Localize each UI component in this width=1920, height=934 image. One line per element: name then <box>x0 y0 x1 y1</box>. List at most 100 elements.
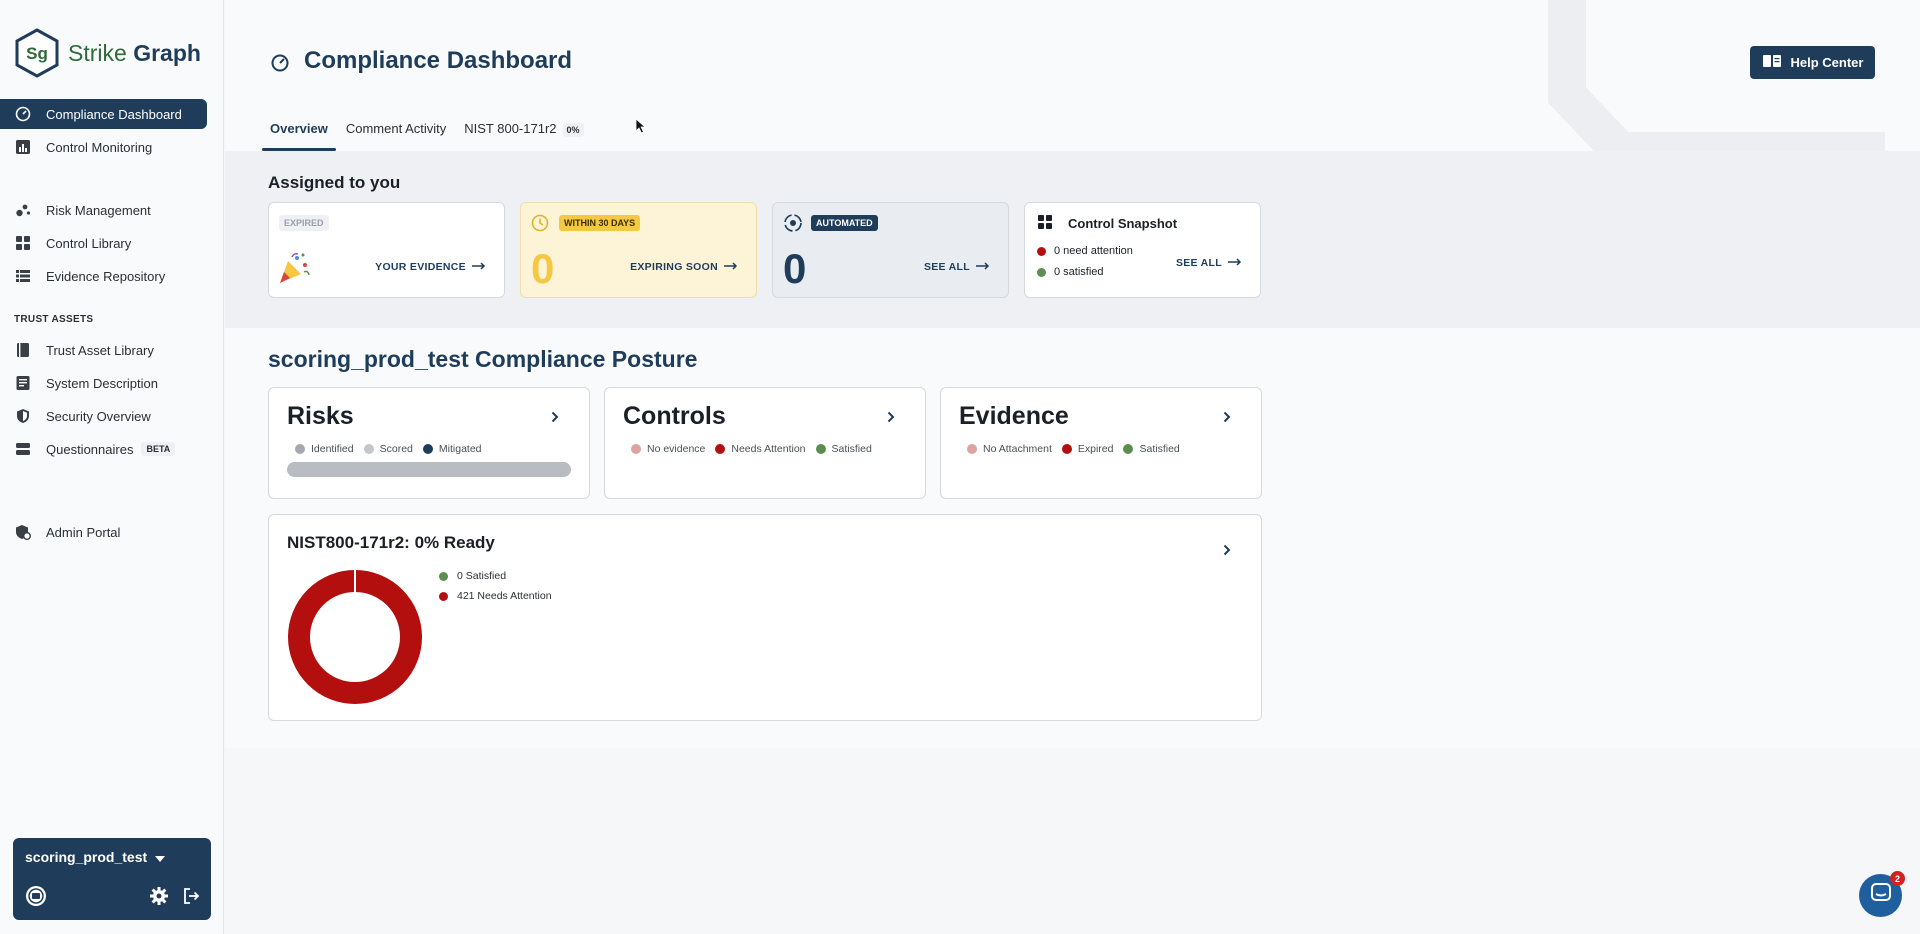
sidebar-item-label: System Description <box>46 375 158 391</box>
gauge-icon <box>270 51 290 72</box>
org-avatar-icon[interactable] <box>25 885 47 912</box>
legend-dot <box>363 444 374 454</box>
automated-chip: AUTOMATED <box>811 215 878 231</box>
chevron-right-icon[interactable] <box>887 410 895 428</box>
gear-icon[interactable] <box>149 886 169 911</box>
party-popper-icon <box>277 251 311 290</box>
bar-chart-icon <box>14 138 32 156</box>
nist-title: NIST800-171r2: 0% Ready <box>287 533 495 552</box>
snapshot-title: Control Snapshot <box>1068 216 1178 231</box>
green-dot <box>1037 267 1046 277</box>
legend-item: Expired <box>1061 443 1113 455</box>
control-snapshot-card[interactable]: Control Snapshot 0 need attention 0 sati… <box>1024 202 1261 298</box>
brand-name: Strike Graph <box>68 39 201 66</box>
stack-icon <box>14 440 32 458</box>
legend-dot <box>815 444 826 454</box>
expiring-soon-link[interactable]: EXPIRING SOON <box>630 261 738 273</box>
evidence-title: Evidence <box>959 402 1069 430</box>
sidebar-item-questionnaires[interactable]: Questionnaires BETA <box>0 434 224 464</box>
legend-item: 0 Satisfied <box>439 570 552 582</box>
sidebar-item-label: Trust Asset Library <box>46 342 154 358</box>
logout-icon[interactable] <box>181 886 201 911</box>
automation-icon <box>782 212 804 239</box>
sidebar-item-admin-portal[interactable]: Admin Portal <box>0 517 224 547</box>
controls-card[interactable]: Controls No evidence Needs Attention Sat… <box>604 387 926 499</box>
legend-item: Identified <box>295 443 354 455</box>
sidebar-item-control-monitoring[interactable]: Control Monitoring <box>0 132 224 162</box>
page-header: Compliance Dashboard Help Center Overvie… <box>225 0 1920 151</box>
chevron-right-icon[interactable] <box>551 410 559 428</box>
legend-dot <box>967 444 977 454</box>
donut-needs-attention-segment <box>288 570 422 704</box>
tab-overview[interactable]: Overview <box>262 115 336 151</box>
sidebar-item-label: Security Overview <box>46 408 151 424</box>
red-dot <box>1037 246 1046 256</box>
help-center-label: Help Center <box>1790 55 1864 70</box>
help-center-button[interactable]: Help Center <box>1750 46 1875 79</box>
legend-label: No evidence <box>647 443 706 455</box>
sidebar-item-risk-management[interactable]: Risk Management <box>0 195 224 225</box>
legend-item: No evidence <box>631 443 705 455</box>
automated-count: 0 <box>783 245 807 292</box>
see-all-automated-link[interactable]: SEE ALL <box>924 261 990 273</box>
mouse-cursor-icon <box>635 118 647 139</box>
sidebar-item-trust-asset-library[interactable]: Trust Asset Library <box>0 335 224 365</box>
sidebar-item-security-overview[interactable]: Security Overview <box>0 401 224 431</box>
automated-card[interactable]: AUTOMATED 0 SEE ALL <box>772 202 1009 298</box>
sidebar-item-control-library[interactable]: Control Library <box>0 228 224 258</box>
chat-launcher-button[interactable]: 2 <box>1859 871 1905 917</box>
expiring-count: 0 <box>531 245 555 292</box>
book-icon <box>14 341 32 359</box>
tab-label: NIST 800-171r2 <box>464 121 557 136</box>
expired-chip: EXPIRED <box>279 215 329 231</box>
nist-readiness-card[interactable]: NIST800-171r2: 0% Ready 0 Satisfied 421 … <box>268 514 1262 721</box>
legend-dot <box>422 444 433 454</box>
sidebar-item-label: Admin Portal <box>46 524 121 540</box>
see-all-snapshot-link[interactable]: SEE ALL <box>1176 257 1242 269</box>
legend-item: Satisfied <box>1123 443 1180 455</box>
link-label: SEE ALL <box>923 261 970 273</box>
tab-nist[interactable]: NIST 800-171r2 0% <box>464 115 584 151</box>
legend-item: Satisfied <box>815 443 872 455</box>
sidebar-item-label: Questionnaires <box>46 441 134 457</box>
tab-comment-activity[interactable]: Comment Activity <box>346 115 446 151</box>
your-evidence-link[interactable]: YOUR EVIDENCE <box>375 261 486 273</box>
legend-label: Needs Attention <box>731 443 806 455</box>
evidence-card[interactable]: Evidence No Attachment Expired Satisfied <box>940 387 1262 499</box>
legend-item: Scored <box>363 443 413 455</box>
caret-down-icon <box>155 849 166 865</box>
admin-shield-icon <box>14 523 32 541</box>
book-open-icon <box>1762 54 1782 71</box>
legend-label: Satisfied <box>1139 443 1180 455</box>
notification-badge: 2 <box>1890 871 1905 886</box>
chevron-right-icon[interactable] <box>1223 543 1231 561</box>
arrow-right-icon <box>472 261 486 273</box>
needs-attention-count-label: 421 Needs Attention <box>457 590 552 602</box>
org-actions <box>25 885 200 907</box>
arrow-right-icon <box>724 261 738 273</box>
org-switcher[interactable]: scoring_prod_test <box>25 849 166 865</box>
sidebar-item-system-description[interactable]: System Description <box>0 368 224 398</box>
need-attention-row: 0 need attention <box>1037 245 1133 257</box>
expiring-soon-card[interactable]: WITHIN 30 DAYS 0 EXPIRING SOON <box>520 202 757 298</box>
posture-section: scoring_prod_test Compliance Posture Ris… <box>225 328 1920 748</box>
within-30-days-chip: WITHIN 30 DAYS <box>559 215 641 231</box>
tab-badge: 0% <box>562 123 584 137</box>
link-label: SEE ALL <box>1175 257 1222 269</box>
logo-mark: Sg <box>26 44 48 63</box>
expired-evidence-card[interactable]: EXPIRED YOUR EVIDENCE <box>268 202 505 298</box>
brand-logo[interactable]: Sg Strike Graph <box>14 28 201 78</box>
sidebar-item-compliance-dashboard[interactable]: Compliance Dashboard <box>0 99 207 129</box>
need-attention-label: 0 need attention <box>1054 245 1133 257</box>
risks-card[interactable]: Risks Identified Scored Mitigated <box>268 387 590 499</box>
sidebar-item-evidence-repository[interactable]: Evidence Repository <box>0 261 224 291</box>
tab-label: Comment Activity <box>345 121 447 136</box>
sidebar-item-label: Risk Management <box>46 202 151 218</box>
legend-dot <box>715 444 726 454</box>
chevron-right-icon[interactable] <box>1223 410 1231 428</box>
risks-title: Risks <box>287 402 354 430</box>
nist-legend: 0 Satisfied 421 Needs Attention <box>439 570 552 610</box>
legend-item: Mitigated <box>422 443 482 455</box>
